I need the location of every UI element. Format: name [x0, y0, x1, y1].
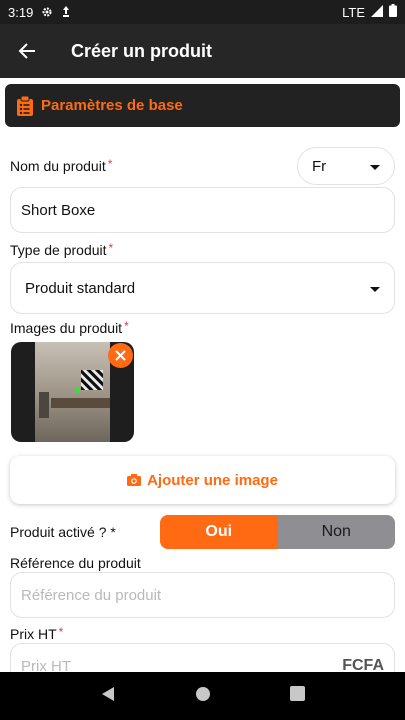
active-yes-option[interactable]: Oui: [160, 515, 278, 549]
required-mark: *: [108, 241, 114, 255]
add-image-button[interactable]: Ajouter une image: [10, 456, 395, 504]
product-name-label: Nom du produit *: [10, 157, 113, 174]
reference-label: Référence du produit: [10, 555, 141, 571]
network-type: LTE: [342, 4, 365, 20]
image-chair: [39, 392, 49, 418]
arrow-back-icon: [18, 43, 35, 59]
product-type-select[interactable]: Produit standard: [10, 262, 395, 314]
clipboard-icon: [17, 95, 33, 116]
required-mark: *: [58, 625, 64, 639]
status-bar: 3:19 LTE: [0, 0, 405, 24]
product-type-value: Produit standard: [25, 279, 136, 297]
active-no-option[interactable]: Non: [277, 515, 395, 549]
product-active-toggle: Oui Non: [160, 515, 395, 549]
image-cabinet: [51, 398, 110, 408]
notification-icon: [61, 6, 71, 18]
close-icon: [115, 350, 126, 361]
remove-image-button[interactable]: [108, 343, 133, 368]
language-select[interactable]: Fr: [297, 147, 395, 185]
section-header-basic-settings[interactable]: Paramètres de base: [5, 84, 400, 127]
required-mark: *: [124, 319, 129, 333]
nav-home-button[interactable]: [195, 686, 211, 707]
required-mark: *: [107, 157, 113, 171]
camera-icon: [127, 474, 142, 486]
product-active-label-text: Produit activé ?: [10, 524, 107, 540]
reference-label-text: Référence du produit: [10, 555, 141, 571]
caret-down-icon: [370, 158, 380, 175]
nav-recents-button[interactable]: [290, 686, 306, 706]
signal-icon: [371, 4, 383, 20]
language-value: Fr: [312, 157, 327, 175]
settings-icon: [41, 6, 53, 18]
product-images-label-text: Images du produit: [10, 320, 123, 336]
reference-input[interactable]: Référence du produit: [10, 572, 395, 618]
product-images-label: Images du produit *: [10, 319, 129, 336]
nav-back-button[interactable]: [100, 686, 116, 707]
caret-down-icon: [370, 280, 380, 297]
price-label: Prix HT *: [10, 625, 64, 642]
product-name-input[interactable]: Short Boxe: [10, 187, 395, 233]
required-mark: *: [110, 524, 116, 540]
page-title: Créer un produit: [71, 40, 213, 61]
battery-icon: [389, 4, 397, 20]
circle-home-icon: [195, 686, 210, 701]
image-tv: [81, 370, 103, 390]
reference-placeholder: Référence du produit: [21, 586, 162, 604]
product-active-label: Produit activé ? *: [10, 524, 116, 540]
status-time: 3:19: [8, 4, 34, 20]
system-nav-bar: [0, 672, 405, 720]
product-name-label-text: Nom du produit: [10, 158, 106, 174]
back-button[interactable]: [0, 24, 54, 78]
triangle-back-icon: [101, 686, 114, 701]
product-type-label: Type de produit *: [10, 241, 114, 258]
section-title: Paramètres de base: [41, 97, 183, 114]
product-type-label-text: Type de produit: [10, 242, 107, 258]
image-light: [75, 388, 80, 393]
price-label-text: Prix HT: [10, 626, 57, 642]
add-image-label: Ajouter une image: [147, 471, 278, 489]
app-bar: Créer un produit: [0, 24, 405, 78]
square-recents-icon: [290, 686, 306, 701]
product-name-value: Short Boxe: [21, 201, 96, 219]
